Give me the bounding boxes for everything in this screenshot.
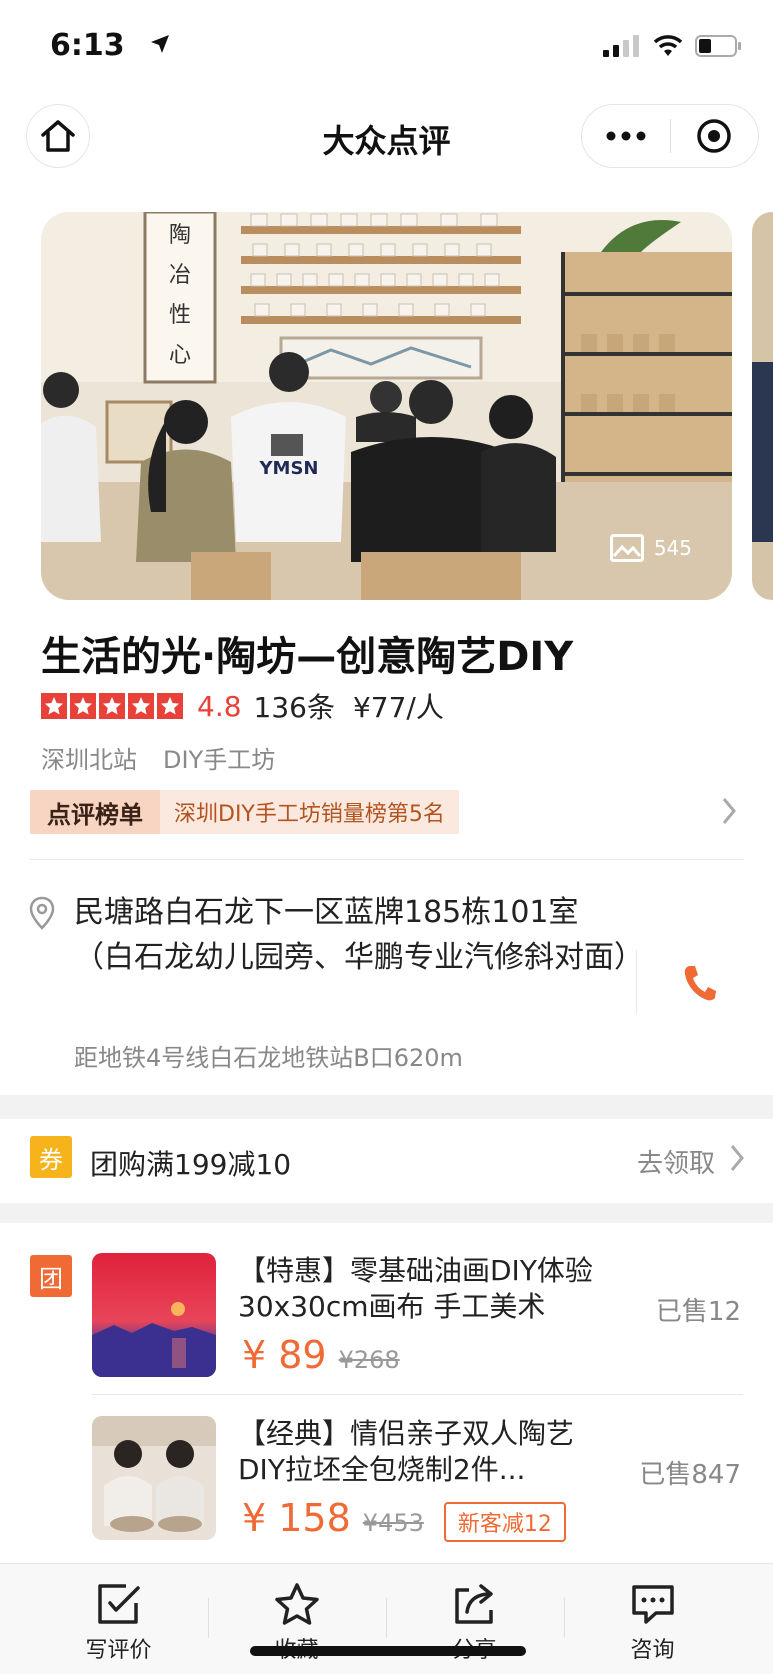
oil-painting-image [92, 1253, 216, 1377]
deal-original-price: ¥453 [362, 1509, 424, 1537]
deal-price-row: ¥ 158 ¥453 新客减12 [242, 1496, 566, 1542]
next-photo-image [752, 212, 773, 600]
shop-name: 生活的光·陶坊—创意陶艺DIY [41, 634, 574, 680]
photo-count-badge[interactable]: 545 [609, 534, 692, 562]
next-photo-peek[interactable] [752, 212, 773, 600]
close-miniprogram-button[interactable] [671, 104, 759, 168]
rating-row: 4.8 136条 ¥77/人 [41, 688, 444, 724]
home-button[interactable] [26, 104, 90, 168]
deal-price-row: ¥ 89 ¥268 [242, 1333, 400, 1377]
deal-sold-count: 已售12 [655, 1297, 741, 1327]
deal-price: ¥ 89 [242, 1333, 327, 1377]
coupon-text: 团购满199减10 [90, 1148, 292, 1181]
star-icon [41, 693, 67, 719]
tab-favorite[interactable]: 收藏 [208, 1564, 385, 1674]
more-dots-icon [606, 131, 646, 141]
star-icon [157, 693, 183, 719]
address-divider [636, 950, 637, 1014]
tab-share[interactable]: 分享 [386, 1564, 563, 1674]
svg-text:冶: 冶 [169, 263, 191, 288]
review-count[interactable]: 136条 [254, 686, 335, 726]
tag-location: 深圳北站 [41, 746, 137, 774]
photo-count-text: 545 [653, 536, 692, 560]
location-arrow-icon [151, 35, 169, 53]
star-icon [70, 693, 96, 719]
location-pin-icon [29, 896, 55, 930]
call-button[interactable] [670, 958, 730, 1008]
rating-score: 4.8 [197, 689, 242, 723]
cellular-signal-icon [603, 35, 639, 57]
section-gap [0, 1095, 773, 1119]
shop-address[interactable]: 民塘路白石龙下一区蓝牌185栋101室（白石龙幼儿园旁、华鹏专业汽修斜对面） [74, 890, 644, 980]
average-price: ¥77/人 [352, 691, 444, 724]
deal-title: 【特惠】零基础油画DIY体验30x30cm画布 手工美术 [238, 1254, 593, 1323]
new-customer-promo-badge: 新客减12 [443, 1502, 566, 1542]
target-close-icon [697, 119, 731, 153]
star-icon [99, 693, 125, 719]
ranking-banner[interactable]: 点评榜单 深圳DIY手工坊销量榜第5名 [30, 790, 745, 834]
deal-original-price: ¥268 [338, 1346, 400, 1374]
deal-item[interactable]: 【特惠】零基础油画DIY体验30x30cm画布 手工美术 ¥ 89 ¥268 已… [92, 1253, 773, 1379]
subway-distance: 距地铁4号线白石龙地铁站B口620m [74, 1044, 463, 1072]
battery-icon [695, 35, 741, 57]
ranking-badge: 点评榜单 [30, 790, 160, 834]
pottery-couple-image [92, 1416, 216, 1540]
svg-text:性: 性 [169, 303, 191, 328]
star-icon [128, 693, 154, 719]
home-icon [41, 120, 75, 152]
tag-category: DIY手工坊 [163, 746, 276, 774]
svg-text:YMSN: YMSN [259, 458, 319, 479]
chevron-right-icon [730, 1145, 744, 1171]
wifi-icon [653, 35, 683, 56]
deal-thumbnail [92, 1416, 216, 1540]
status-bar: 6:13 [0, 0, 773, 92]
miniprogram-capsule [581, 104, 759, 168]
hero-photo[interactable]: 陶 冶 性 心 YMSN 545 [41, 212, 732, 600]
group-buy-icon: 团 [30, 1255, 72, 1297]
svg-text:心: 心 [169, 343, 191, 368]
ranking-text: 深圳DIY手工坊销量榜第5名 [160, 790, 459, 834]
chat-icon [631, 1585, 674, 1624]
tab-write-review[interactable]: 写评价 [30, 1564, 207, 1674]
star-icon [274, 1583, 319, 1625]
deal-title: 【经典】情侣亲子双人陶艺DIY拉坯全包烧制2件... [238, 1417, 575, 1486]
shop-tags: 深圳北站 DIY手工坊 [41, 740, 275, 775]
chevron-right-icon [722, 798, 736, 824]
deal-thumbnail [92, 1253, 216, 1377]
share-icon [454, 1584, 493, 1624]
more-button[interactable] [582, 104, 670, 168]
deal-sold-count: 已售847 [639, 1460, 741, 1490]
gallery-icon [609, 534, 644, 562]
home-indicator[interactable] [250, 1646, 526, 1656]
coupon-row[interactable]: 券 团购满199减10 去领取 [0, 1119, 773, 1203]
deal-divider [92, 1394, 743, 1395]
write-review-icon [97, 1584, 140, 1624]
phone-icon [684, 966, 716, 1001]
bottom-action-bar: 写评价 收藏 分享 咨询 [0, 1563, 773, 1674]
svg-text:陶: 陶 [169, 223, 191, 248]
section-gap [0, 1203, 773, 1223]
rating-stars [41, 693, 183, 719]
tab-label: 咨询 [630, 1638, 675, 1663]
tab-consult[interactable]: 咨询 [564, 1564, 741, 1674]
nav-bar: 大众点评 [0, 100, 773, 172]
coupon-icon: 券 [30, 1136, 72, 1178]
section-divider [30, 859, 743, 860]
status-time: 6:13 [50, 28, 125, 63]
deal-price: ¥ 158 [242, 1496, 351, 1540]
deal-item[interactable]: 【经典】情侣亲子双人陶艺DIY拉坯全包烧制2件... ¥ 158 ¥453 新客… [92, 1416, 773, 1542]
claim-coupon-link[interactable]: 去领取 [637, 1143, 715, 1180]
tab-label: 写评价 [85, 1638, 152, 1663]
